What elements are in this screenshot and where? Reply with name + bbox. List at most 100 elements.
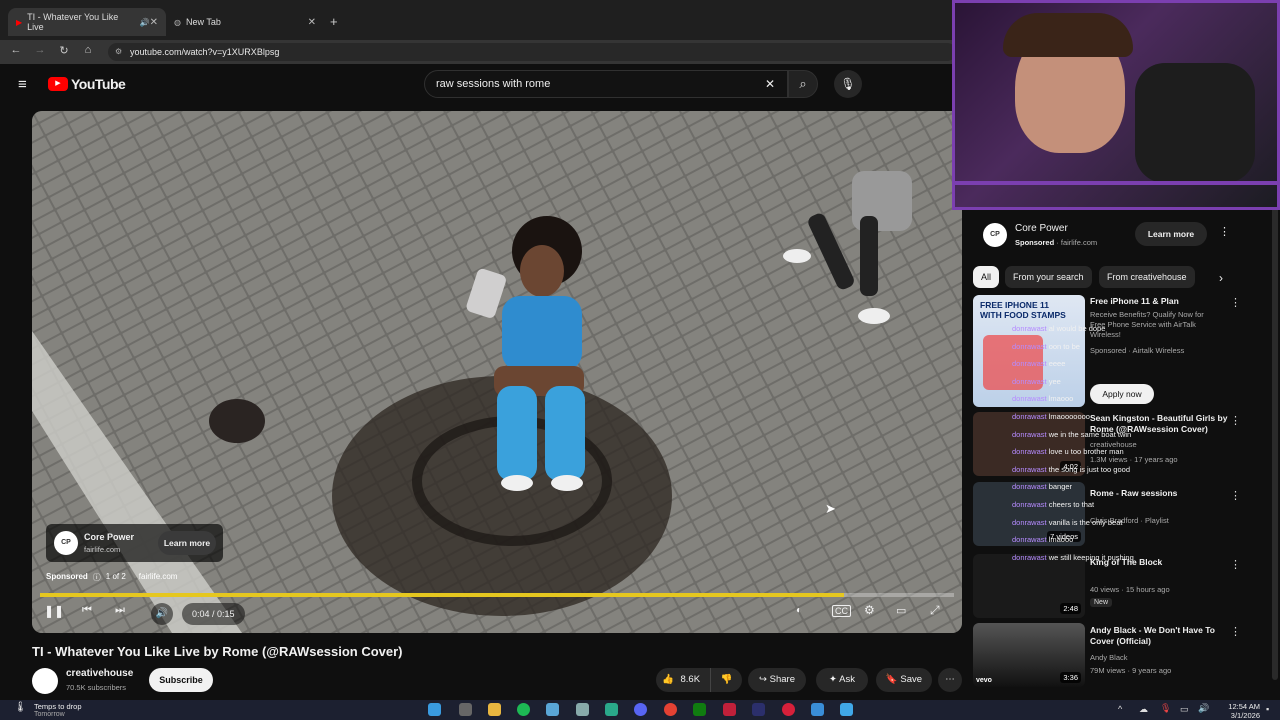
advertiser-logo: CP [983, 223, 1007, 247]
learn-more-button[interactable]: Learn more [158, 531, 216, 555]
chat-username: donrawast [1012, 464, 1049, 474]
video-player[interactable]: CP Core Power fairlife.com Learn more Sp… [32, 111, 962, 633]
ask-button[interactable]: ✦ Ask [816, 668, 868, 692]
more-vertical-icon[interactable]: ⋮ [1230, 625, 1241, 638]
sidebar-item-thumbnail[interactable]: vevo 3:36 [973, 623, 1085, 687]
theater-mode-icon[interactable]: ▭ [896, 604, 906, 617]
more-vertical-icon[interactable]: ⋮ [1230, 489, 1241, 502]
chat-message: donrawast lmaooo [1012, 535, 1073, 544]
sidebar-item-title[interactable]: Free iPhone 11 & Plan [1090, 296, 1230, 307]
cloud-icon[interactable]: ☁ [1139, 704, 1148, 715]
ad-card[interactable]: CP Core Power fairlife.com Learn more [46, 524, 223, 562]
subscribe-button[interactable]: Subscribe [149, 668, 213, 692]
settings-icon[interactable] [576, 703, 589, 716]
sidebar-item-meta: 79M views · 9 years ago [1090, 666, 1172, 675]
discord-icon[interactable] [634, 703, 647, 716]
spotify-icon[interactable] [517, 703, 530, 716]
sidebar-item-thumbnail[interactable]: 2:48 [973, 554, 1085, 618]
clear-search-icon[interactable]: ✕ [765, 71, 775, 97]
chip-all[interactable]: All [973, 266, 1000, 288]
app-icon[interactable] [782, 703, 795, 716]
sidebar-item-title[interactable]: Rome - Raw sessions [1090, 488, 1230, 499]
next-icon[interactable]: ⏭ [115, 604, 125, 617]
notifications-icon[interactable]: ▪ [1266, 704, 1269, 714]
tab-new-tab[interactable]: ◍ New Tab ✕ [166, 8, 324, 36]
reload-icon[interactable]: ↻ [57, 44, 71, 57]
more-vertical-icon[interactable]: ⋮ [1230, 558, 1241, 571]
autoplay-toggle[interactable]: ◐ [796, 605, 802, 616]
apply-now-button[interactable]: Apply now [1090, 384, 1154, 404]
new-badge: New [1090, 598, 1113, 607]
app-icon[interactable] [840, 703, 853, 716]
site-info-icon[interactable]: ⚙ [115, 43, 122, 61]
voice-search-button[interactable]: 🎙 [834, 70, 862, 98]
url-field[interactable]: ⚙ youtube.com/watch?v=y1XURXBlpsg [108, 43, 956, 61]
chevron-right-icon[interactable]: › [1219, 271, 1223, 285]
youtube-logo[interactable]: ▶ YouTube [48, 76, 126, 92]
menu-icon[interactable]: ≡ [18, 76, 27, 93]
more-vertical-icon[interactable]: ⋮ [1230, 414, 1241, 427]
channel-name[interactable]: creativehouse [66, 668, 133, 679]
settings-gear-icon[interactable]: ⚙ [864, 603, 875, 617]
chat-username: donrawast [1012, 482, 1049, 492]
task-view-icon[interactable] [459, 703, 472, 716]
tray-chevron-icon[interactable]: ^ [1118, 704, 1122, 714]
xbox-icon[interactable] [693, 703, 706, 716]
chat-message: donrawast we still keeping it pushing [1012, 553, 1134, 562]
save-button[interactable]: 🔖 Save [876, 668, 932, 692]
close-tab-icon[interactable]: ✕ [308, 17, 316, 28]
like-button[interactable]: 👍 8.6K [656, 668, 710, 692]
chrome-icon[interactable] [664, 703, 677, 716]
clock-date[interactable]: 3/1/2026 [1218, 711, 1260, 720]
forward-icon[interactable]: → [33, 44, 47, 56]
learn-more-button[interactable]: Learn more [1135, 222, 1207, 246]
previous-icon[interactable]: ⏮ [82, 604, 92, 617]
network-icon[interactable]: ▭ [1180, 704, 1189, 715]
file-explorer-icon[interactable] [488, 703, 501, 716]
sidebar-item-meta: 1.3M views · 17 years ago [1090, 455, 1178, 464]
sidebar-item-thumbnail[interactable]: FREE IPHONE 11 WITH FOOD STAMPS [973, 295, 1085, 407]
share-button[interactable]: ↪ Share [748, 668, 806, 692]
sidebar-item-title[interactable]: Andy Black - We Don't Have To Cover (Off… [1090, 625, 1230, 647]
back-icon[interactable]: ← [9, 44, 23, 56]
chip-from-creativehouse[interactable]: From creativehouse [1099, 266, 1195, 288]
advertiser-logo: CP [54, 531, 78, 555]
app-icon[interactable] [605, 703, 618, 716]
search-button[interactable]: ⌕ [788, 70, 818, 98]
channel-avatar[interactable] [32, 668, 58, 694]
weather-sub: Tomorrow [34, 711, 65, 718]
fullscreen-icon[interactable]: ⤢ [930, 603, 940, 618]
search-input[interactable]: raw sessions with rome ✕ [424, 70, 788, 98]
new-tab-icon[interactable]: + [330, 14, 338, 29]
close-tab-icon[interactable]: ✕ [150, 17, 158, 28]
app-icon[interactable] [752, 703, 765, 716]
tab-youtube[interactable]: ▶ TI - Whatever You Like Live 🔊 ✕ [8, 8, 166, 36]
chat-message: donrawast vanilla is the only beat [1012, 518, 1122, 527]
more-actions-button[interactable]: ⋯ [938, 668, 962, 692]
progress-track[interactable] [40, 593, 954, 597]
chip-from-your-search[interactable]: From your search [1005, 266, 1092, 288]
overlay-frame-bar [955, 181, 1277, 185]
pause-button[interactable]: ❚❚ [44, 604, 64, 622]
video-title: TI - Whatever You Like Live by Rome (@RA… [32, 644, 403, 659]
volume-icon[interactable]: 🔊 [1198, 703, 1209, 714]
weather-icon[interactable]: 🌡 [14, 702, 27, 713]
info-icon[interactable]: ⓘ [93, 572, 101, 583]
sidebar-ad[interactable]: CP Core Power Sponsored · fairlife.com L… [973, 216, 1241, 256]
home-icon[interactable]: ⌂ [81, 44, 95, 56]
chat-message: donrawast oon to be [1012, 342, 1080, 351]
weather-title[interactable]: Temps to drop [34, 702, 82, 711]
clock-time[interactable]: 12:54 AM [1218, 702, 1260, 711]
volume-icon[interactable]: 🔊 [151, 603, 173, 625]
more-vertical-icon[interactable]: ⋮ [1230, 296, 1241, 309]
more-vertical-icon[interactable]: ⋮ [1219, 225, 1230, 238]
ad-site[interactable]: fairlife.com [139, 572, 178, 583]
app-icon[interactable] [723, 703, 736, 716]
captions-icon[interactable]: CC [832, 605, 851, 617]
windows-start-icon[interactable] [428, 703, 441, 716]
microphone-icon[interactable]: 🎙 [1160, 703, 1171, 714]
app-icon[interactable] [811, 703, 824, 716]
dislike-button[interactable]: 👎 [710, 668, 742, 692]
app-icon[interactable] [546, 703, 559, 716]
chat-text: lmaooooooo [1048, 412, 1090, 421]
